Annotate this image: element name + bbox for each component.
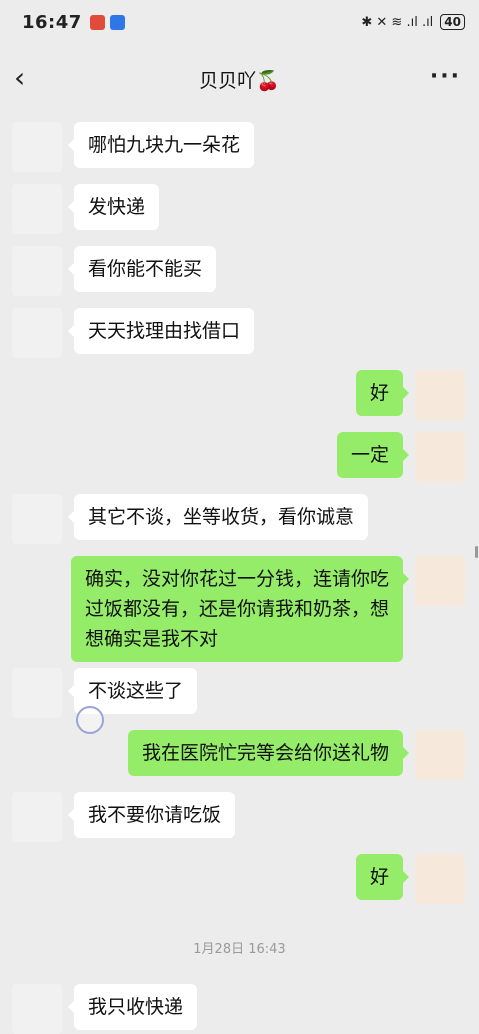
message-row: 不谈这些了 bbox=[12, 668, 198, 718]
message-bubble[interactable]: 我在医院忙完等会给你送礼物 bbox=[127, 730, 410, 776]
message-row: 发快递 bbox=[12, 184, 160, 234]
avatar[interactable] bbox=[12, 494, 62, 544]
avatar[interactable] bbox=[415, 432, 465, 482]
message-bubble[interactable]: 发快递 bbox=[67, 184, 160, 230]
browser-app-icon bbox=[109, 14, 125, 30]
status-bar: 16:47 ✱ ✕ ≋ .ıl .ıl 40 bbox=[0, 0, 479, 44]
message-row: 天天找理由找借口 bbox=[12, 308, 255, 358]
video-app-icon bbox=[89, 14, 105, 30]
message-bubble[interactable]: 好 bbox=[355, 370, 410, 416]
message-bubble[interactable]: 确实，没对你花过一分钱，连请你吃过饭都没有，还是你请我和奶茶，想想确实是我不对 bbox=[71, 556, 409, 662]
message-row: 我不要你请吃饭 bbox=[12, 792, 236, 842]
message-row: 哪怕九块九一朵花 bbox=[12, 122, 255, 172]
avatar[interactable] bbox=[12, 184, 62, 234]
avatar[interactable] bbox=[415, 370, 465, 420]
message-bubble[interactable]: 哪怕九块九一朵花 bbox=[67, 122, 255, 168]
message-bubble[interactable]: 我只收快递 bbox=[67, 984, 198, 1030]
avatar[interactable] bbox=[415, 730, 465, 780]
avatar[interactable] bbox=[415, 556, 465, 606]
message-row: 好 bbox=[355, 854, 465, 904]
touch-indicator bbox=[76, 706, 104, 734]
message-bubble[interactable]: 我不要你请吃饭 bbox=[67, 792, 236, 838]
message-row: 好 bbox=[355, 370, 465, 420]
chat-header: ‹ 贝贝吖🍒 ··· bbox=[0, 48, 479, 110]
status-time: 16:47 bbox=[22, 11, 82, 33]
status-indicators: ✱ ✕ ≋ .ıl .ıl 40 bbox=[361, 14, 465, 30]
message-row: 其它不谈，坐等收货，看你诚意 bbox=[12, 494, 369, 544]
message-row: 我在医院忙完等会给你送礼物 bbox=[127, 730, 465, 780]
message-bubble[interactable]: 天天找理由找借口 bbox=[67, 308, 255, 354]
avatar[interactable] bbox=[12, 668, 62, 718]
avatar[interactable] bbox=[12, 792, 62, 842]
message-bubble[interactable]: 好 bbox=[355, 854, 410, 900]
battery-icon: 40 bbox=[440, 14, 465, 30]
avatar[interactable] bbox=[12, 984, 62, 1034]
message-bubble[interactable]: 看你能不能买 bbox=[67, 246, 217, 292]
message-row: 我只收快递 bbox=[12, 984, 198, 1034]
scrollbar[interactable] bbox=[475, 546, 478, 558]
avatar[interactable] bbox=[12, 246, 62, 296]
message-row: 确实，没对你花过一分钱，连请你吃过饭都没有，还是你请我和奶茶，想想确实是我不对 bbox=[71, 556, 465, 662]
back-icon[interactable]: ‹ bbox=[14, 64, 42, 94]
message-row: 看你能不能买 bbox=[12, 246, 217, 296]
message-bubble[interactable]: 一定 bbox=[336, 432, 410, 478]
avatar[interactable] bbox=[415, 854, 465, 904]
chat-timestamp: 1月28日 16:43 bbox=[193, 942, 286, 957]
avatar[interactable] bbox=[12, 308, 62, 358]
signal-icons: ✱ ✕ ≋ .ıl .ıl bbox=[361, 14, 434, 30]
status-app-icons bbox=[89, 14, 125, 30]
avatar[interactable] bbox=[12, 122, 62, 172]
message-bubble[interactable]: 其它不谈，坐等收货，看你诚意 bbox=[67, 494, 369, 540]
chat-title: 贝贝吖🍒 bbox=[199, 69, 280, 92]
message-row: 一定 bbox=[336, 432, 465, 482]
more-options-icon[interactable]: ··· bbox=[430, 64, 461, 89]
